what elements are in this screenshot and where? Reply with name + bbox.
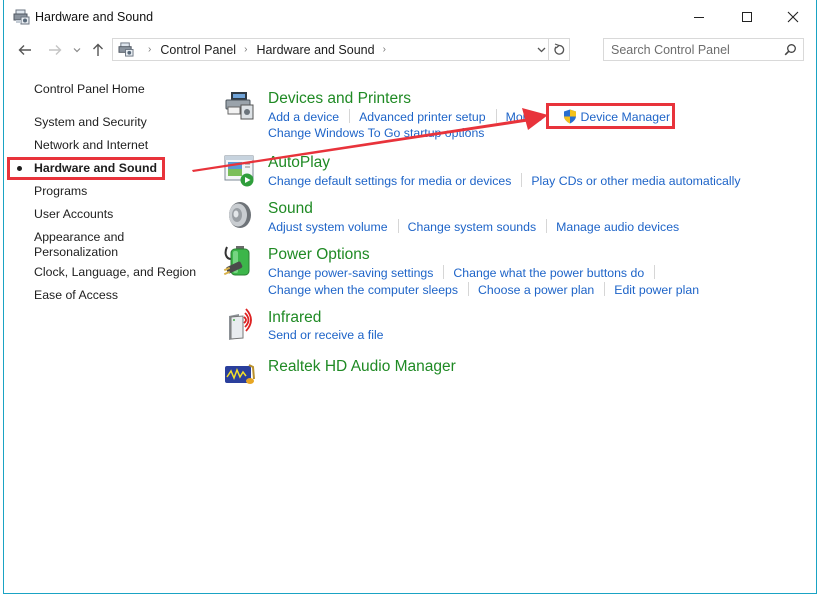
breadcrumb-control-panel[interactable]: Control Panel (160, 43, 236, 57)
sidebar-item-control-panel-home[interactable]: Control Panel Home (34, 82, 145, 97)
category-title[interactable]: Realtek HD Audio Manager (268, 357, 456, 376)
category-title[interactable]: Power Options (268, 245, 370, 264)
category-title[interactable]: AutoPlay (268, 153, 330, 172)
link-separator (654, 265, 656, 279)
link-change-windows-to-go[interactable]: Change Windows To Go startup options (268, 126, 484, 140)
navigation-bar: › Control Panel › Hardware and Sound › (4, 37, 816, 63)
forward-button[interactable] (44, 39, 66, 61)
chevron-down-icon (73, 48, 81, 53)
sidebar-item-clock-language-region[interactable]: Clock, Language, and Region (34, 265, 196, 280)
title-bar[interactable]: Hardware and Sound (4, 0, 816, 34)
battery-plug-icon (223, 246, 250, 276)
category-title[interactable]: Sound (268, 199, 313, 218)
category-links-row: Change default settings for media or dev… (268, 173, 741, 189)
search-box[interactable] (603, 38, 804, 61)
link-change-when-computer-sleeps[interactable]: Change when the computer sleeps (268, 283, 458, 297)
close-button[interactable] (770, 0, 816, 34)
link-manage-audio-devices[interactable]: Manage audio devices (556, 220, 679, 234)
highlight-box-hardware-and-sound (7, 157, 165, 180)
link-change-power-buttons[interactable]: Change what the power buttons do (453, 266, 644, 280)
refresh-button[interactable] (548, 38, 569, 61)
breadcrumb-separator-icon[interactable]: › (148, 44, 151, 55)
link-edit-power-plan[interactable]: Edit power plan (614, 283, 699, 297)
close-icon (787, 11, 799, 23)
maximize-icon (742, 12, 752, 22)
realtek-audio-icon (225, 364, 255, 384)
sidebar-item-ease-of-access[interactable]: Ease of Access (34, 288, 118, 303)
link-add-a-device[interactable]: Add a device (268, 110, 339, 124)
link-adjust-system-volume[interactable]: Adjust system volume (268, 220, 388, 234)
address-dropdown-button[interactable] (533, 39, 549, 60)
chevron-down-icon (537, 47, 545, 52)
link-separator (349, 109, 351, 123)
category-title[interactable]: Infrared (268, 308, 321, 327)
minimize-icon (694, 17, 704, 18)
control-panel-window: Hardware and Sound › Control Panel › Har… (3, 0, 817, 594)
window-title: Hardware and Sound (35, 10, 154, 24)
link-choose-power-plan[interactable]: Choose a power plan (478, 283, 594, 297)
arrow-up-icon (93, 43, 103, 56)
address-bar[interactable]: › Control Panel › Hardware and Sound › (112, 38, 570, 61)
breadcrumb-separator-icon[interactable]: › (383, 44, 386, 55)
infrared-icon (229, 308, 252, 340)
link-change-power-saving-settings[interactable]: Change power-saving settings (268, 266, 433, 280)
up-button[interactable] (88, 39, 108, 61)
category-links-row: Adjust system volume Change system sounds… (268, 219, 679, 235)
sidebar-item-label-line2: Personalization (34, 245, 119, 259)
category-links-row: Change Windows To Go startup options (268, 126, 484, 141)
link-advanced-printer-setup[interactable]: Advanced printer setup (359, 110, 485, 124)
link-separator (443, 265, 445, 279)
link-change-system-sounds[interactable]: Change system sounds (408, 220, 537, 234)
link-separator (546, 219, 548, 233)
highlight-box-device-manager (546, 103, 675, 129)
sidebar-item-network-and-internet[interactable]: Network and Internet (34, 138, 148, 153)
category-links-row: Send or receive a file (268, 328, 384, 343)
link-change-default-media-settings[interactable]: Change default settings for media or dev… (268, 174, 511, 188)
category-title[interactable]: Devices and Printers (268, 89, 411, 108)
sidebar-item-label-line1: Appearance and (34, 230, 125, 244)
link-separator (604, 282, 606, 296)
speaker-icon (229, 202, 251, 228)
link-separator (521, 173, 523, 187)
arrow-left-icon (18, 45, 31, 55)
refresh-icon (554, 43, 565, 55)
recent-locations-button[interactable] (70, 39, 84, 61)
sidebar-item-system-and-security[interactable]: System and Security (34, 115, 147, 130)
maximize-button[interactable] (724, 0, 770, 34)
printer-icon (225, 92, 254, 120)
category-links-row: Change when the computer sleeps Choose a … (268, 282, 699, 298)
sidebar-item-user-accounts[interactable]: User Accounts (34, 207, 113, 222)
link-separator (397, 219, 399, 233)
sidebar-item-appearance-and-personalization[interactable]: Appearance and Personalization (34, 230, 124, 260)
back-button[interactable] (14, 39, 36, 61)
autoplay-icon (224, 155, 254, 187)
hardware-sound-icon (13, 9, 30, 25)
link-send-or-receive-file[interactable]: Send or receive a file (268, 328, 384, 342)
arrow-right-icon (49, 45, 62, 55)
hardware-sound-icon (118, 42, 134, 57)
minimize-button[interactable] (676, 0, 722, 34)
search-icon[interactable] (784, 43, 797, 56)
category-links-row: Change power-saving settings Change what … (268, 265, 664, 281)
link-separator (495, 109, 497, 123)
link-separator (468, 282, 470, 296)
breadcrumb: › Control Panel › Hardware and Sound › (140, 39, 395, 60)
search-input[interactable] (611, 42, 781, 57)
link-mouse[interactable]: Mouse (506, 110, 543, 124)
breadcrumb-hardware-and-sound[interactable]: Hardware and Sound (256, 43, 374, 57)
link-play-cds-automatically[interactable]: Play CDs or other media automatically (531, 174, 740, 188)
sidebar-item-programs[interactable]: Programs (34, 184, 87, 199)
breadcrumb-separator-icon[interactable]: › (244, 44, 247, 55)
